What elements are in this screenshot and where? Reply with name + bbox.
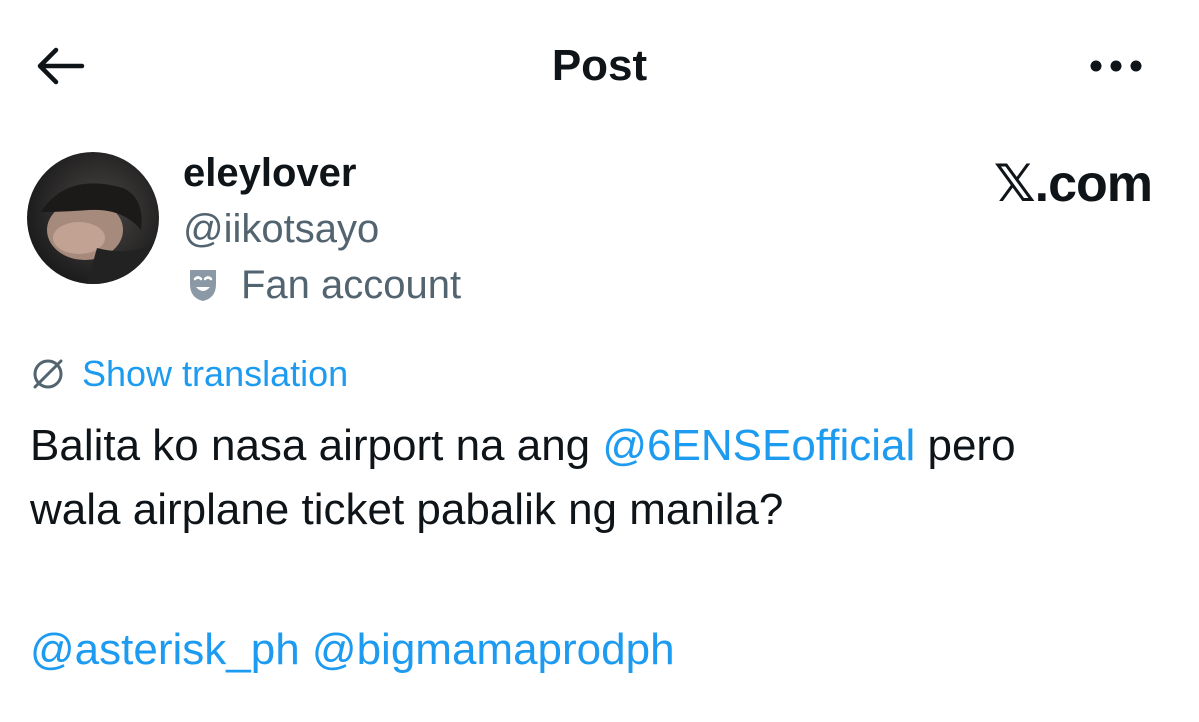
post-body: Balita ko nasa airport na ang @6ENSEoffi…	[30, 414, 1170, 542]
mention-link[interactable]: @bigmamaprodph	[312, 625, 675, 674]
account-label-row: Fan account	[183, 260, 461, 310]
account-label: Fan account	[241, 263, 462, 307]
post-line-2: wala airplane ticket pabalik ng manila?	[30, 485, 784, 534]
post-line-1: Balita ko nasa airport na ang @6ENSEoffi…	[30, 414, 1170, 478]
author-handle[interactable]: @iikotsayo	[183, 204, 379, 254]
page-title: Post	[551, 41, 648, 90]
mention-link[interactable]: @asterisk_ph	[30, 625, 300, 674]
show-translation-button[interactable]: Show translation	[28, 350, 348, 398]
post-text-segment: Balita ko nasa airport na ang	[30, 421, 603, 470]
show-translation-label: Show translation	[82, 353, 349, 394]
mention-link[interactable]: @6ENSEofficial	[602, 421, 915, 470]
author-display-name[interactable]: eleylover	[183, 148, 356, 198]
mention-separator	[300, 625, 312, 674]
avatar[interactable]	[27, 152, 159, 284]
globe-slash-icon	[28, 354, 68, 394]
more-horizontal-icon	[1090, 60, 1142, 72]
more-options-button[interactable]	[1080, 42, 1152, 90]
theater-mask-icon	[183, 265, 223, 305]
brand-watermark: 𝕏.com	[993, 155, 1153, 213]
post-mentions: @asterisk_ph @bigmamaprodph	[30, 618, 675, 682]
post-text-segment: pero	[915, 421, 1016, 470]
top-bar: Post	[0, 0, 1199, 130]
